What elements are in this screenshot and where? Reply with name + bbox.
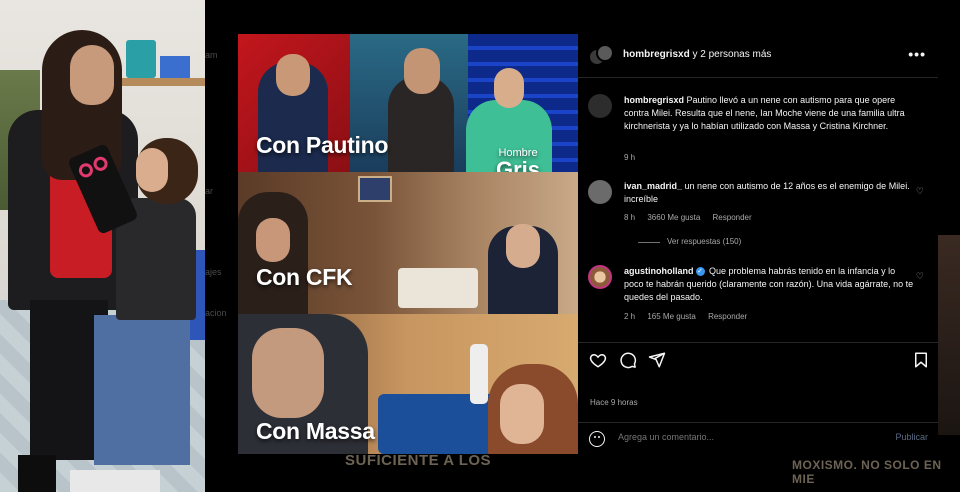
photo-woman-and-boy — [0, 0, 205, 492]
panel-caption: Con CFK — [256, 264, 353, 290]
comment-body: hombregrisxd Pautino llevó a un nene con… — [624, 94, 914, 133]
comment-likes[interactable]: 165 Me gusta — [647, 312, 695, 321]
comment-meta: 9 h — [624, 153, 645, 162]
collage-panel-kitchen: Con Massa — [238, 314, 578, 454]
comment-username[interactable]: ivan_madrid_ — [624, 181, 682, 191]
bg-caption-left: SUFICIENTE A LOS — [345, 452, 492, 469]
photo-boy-face — [136, 148, 168, 192]
reply-button[interactable]: Responder — [713, 213, 752, 222]
panel-caption: Con Pautino — [256, 132, 389, 158]
bg-menu-fragment: acion — [205, 308, 227, 318]
post-header: hombregrisxd y 2 personas más ••• — [578, 34, 938, 78]
bg-menu-fragment: am — [205, 50, 218, 60]
post-timestamp[interactable]: Hace 9 horas — [590, 398, 638, 407]
post-image-collage[interactable]: Con Pautino Hombre Gris Con CFK Con Mass… — [238, 34, 578, 454]
author-username[interactable]: hombregrisxd — [623, 49, 690, 60]
view-replies-button[interactable]: Ver respuestas (150) — [667, 237, 741, 246]
bg-caption-right: MOXISMO. NO SOLO EN MIE — [792, 458, 942, 486]
comment-time[interactable]: 8 h — [624, 213, 635, 222]
post-side-panel: hombregrisxd y 2 personas más ••• hombre… — [578, 34, 938, 454]
comment-body: agustinoholland ✓ Que problema habrás ten… — [624, 265, 914, 304]
avatar — [596, 44, 614, 62]
collab-text[interactable]: y 2 personas más — [692, 49, 771, 60]
comment-icon[interactable] — [619, 351, 637, 369]
more-horizontal-icon[interactable]: ••• — [908, 46, 926, 62]
like-comment-heart-icon[interactable]: ♡ — [916, 271, 924, 282]
photo-woman-face — [70, 45, 114, 105]
comment-meta: 2 h 165 Me gusta Responder — [624, 312, 757, 321]
collab-avatars[interactable] — [588, 44, 614, 68]
collage-panel-office: Con CFK — [238, 172, 578, 314]
bg-menu-fragment: ar — [205, 186, 214, 196]
share-icon[interactable] — [648, 351, 666, 369]
photo-woman-boot — [18, 455, 56, 492]
photo-bucket — [126, 40, 156, 78]
publish-button[interactable]: Publicar — [895, 432, 928, 442]
verified-badge-icon: ✓ — [695, 267, 705, 277]
photo-shelf — [120, 78, 205, 86]
comment-username[interactable]: hombregrisxd — [624, 95, 684, 105]
bg-menu-fragment: ajes — [205, 267, 222, 277]
emoji-icon[interactable] — [589, 431, 605, 447]
like-comment-heart-icon[interactable]: ♡ — [916, 186, 924, 197]
photo-boy-shoes — [70, 470, 160, 492]
add-comment-bar: Publicar — [578, 422, 938, 454]
comment-likes[interactable]: 3660 Me gusta — [647, 213, 700, 222]
comment-time[interactable]: 9 h — [624, 153, 635, 162]
reply-button[interactable]: Responder — [708, 312, 747, 321]
avatar[interactable] — [588, 94, 612, 118]
post-actions — [578, 342, 938, 372]
post-author: hombregrisxd y 2 personas más — [623, 49, 771, 60]
comment-input[interactable] — [618, 432, 868, 442]
comment-meta: 8 h 3660 Me gusta Responder — [624, 213, 762, 222]
bookmark-icon[interactable] — [912, 351, 930, 369]
collage-panel-tv: Con Pautino Hombre Gris — [238, 34, 578, 172]
watermark: Hombre Gris — [496, 147, 541, 173]
avatar[interactable] — [588, 265, 612, 289]
heart-icon[interactable] — [589, 351, 607, 369]
photo-box — [160, 56, 190, 78]
comment-body: ivan_madrid_ un nene con autismo de 12 a… — [624, 180, 914, 206]
panel-caption: Con Massa — [256, 418, 375, 444]
avatar[interactable] — [588, 180, 612, 204]
bg-video-thumb — [938, 235, 960, 435]
comment-username[interactable]: agustinoholland — [624, 266, 694, 276]
comment-time[interactable]: 2 h — [624, 312, 635, 321]
photo-boy-jeans — [94, 315, 190, 465]
replies-divider — [638, 242, 660, 243]
